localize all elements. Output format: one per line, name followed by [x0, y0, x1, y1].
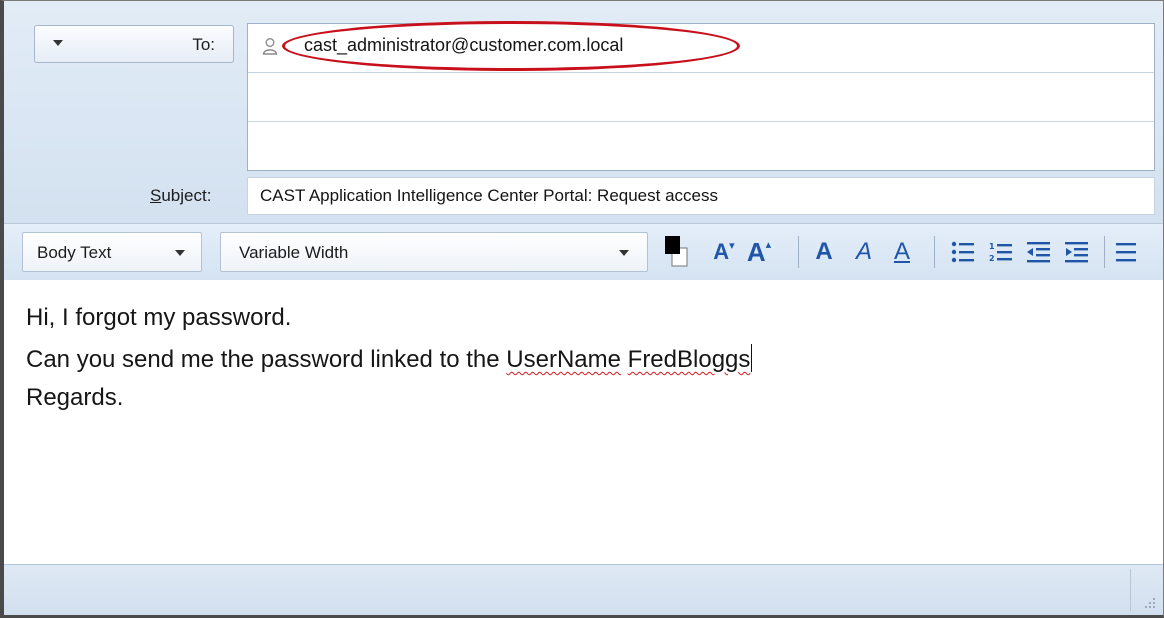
- font-family-value: Variable Width: [239, 243, 349, 262]
- chevron-down-icon: [175, 250, 185, 256]
- to-label: To:: [192, 35, 215, 54]
- chevron-down-icon: [53, 40, 63, 46]
- subject-input[interactable]: CAST Application Intelligence Center Por…: [247, 177, 1155, 215]
- font-family-select[interactable]: Variable Width: [220, 232, 648, 272]
- body-line-2-prefix: Can you send me the password linked to t…: [26, 346, 507, 373]
- recipient-list: cast_administrator@customer.com.local: [247, 23, 1155, 171]
- decrease-indent-icon[interactable]: [1024, 234, 1054, 270]
- subject-label-accesskey: S: [150, 186, 162, 205]
- subject-label-rest: ubject:: [161, 186, 212, 205]
- toolbar-separator: [798, 236, 799, 268]
- resize-grip-icon[interactable]: [1144, 597, 1156, 609]
- person-icon: [262, 38, 278, 55]
- italic-icon[interactable]: A: [850, 234, 878, 270]
- svg-text:2: 2: [989, 254, 995, 263]
- body-line-2: Can you send me the password linked to t…: [26, 344, 753, 374]
- increase-indent-icon[interactable]: [1062, 234, 1092, 270]
- message-body-editor[interactable]: Hi, I forgot my password. Can you send m…: [4, 280, 1163, 564]
- paragraph-style-value: Body Text: [37, 243, 112, 262]
- body-line-1: Hi, I forgot my password.: [26, 304, 292, 331]
- body-line-2-space: [621, 346, 628, 373]
- toolbar-separator: [1104, 236, 1105, 268]
- underline-icon[interactable]: A: [888, 234, 916, 270]
- text-color-icon[interactable]: [658, 234, 690, 270]
- recipient-address[interactable]: cast_administrator@customer.com.local: [304, 35, 623, 56]
- status-bar: [4, 564, 1163, 615]
- bullet-list-icon[interactable]: [948, 234, 978, 270]
- chevron-down-icon: [619, 250, 629, 256]
- numbered-list-icon[interactable]: 1 2: [986, 234, 1016, 270]
- status-divider: [1130, 569, 1131, 611]
- formatting-toolbar: Body Text Variable Width A ▾ A ▴ A A A 1…: [4, 223, 1163, 281]
- bold-icon[interactable]: A: [810, 234, 838, 270]
- align-icon[interactable]: [1112, 234, 1142, 270]
- compose-window: To: cast_administrator@customer.com.loca…: [0, 0, 1164, 618]
- to-address-type-button[interactable]: To:: [34, 25, 234, 63]
- decrease-font-size-icon[interactable]: A ▾: [710, 234, 738, 270]
- text-caret: [751, 344, 753, 372]
- recipient-row-empty[interactable]: [248, 122, 1154, 171]
- subject-value: CAST Application Intelligence Center Por…: [260, 186, 718, 205]
- svg-text:1: 1: [989, 242, 995, 251]
- spellcheck-word-fredbloggs[interactable]: FredBloggs: [628, 346, 751, 373]
- subject-label: Subject:: [150, 186, 211, 206]
- spellcheck-word-username[interactable]: UserName: [506, 346, 621, 373]
- address-header: To: cast_administrator@customer.com.loca…: [4, 1, 1163, 223]
- body-line-3: Regards.: [26, 384, 124, 411]
- increase-font-size-icon[interactable]: A ▴: [742, 234, 776, 270]
- paragraph-style-select[interactable]: Body Text: [22, 232, 202, 272]
- toolbar-separator: [934, 236, 935, 268]
- recipient-row[interactable]: cast_administrator@customer.com.local: [248, 24, 1154, 73]
- recipient-row-empty[interactable]: [248, 73, 1154, 122]
